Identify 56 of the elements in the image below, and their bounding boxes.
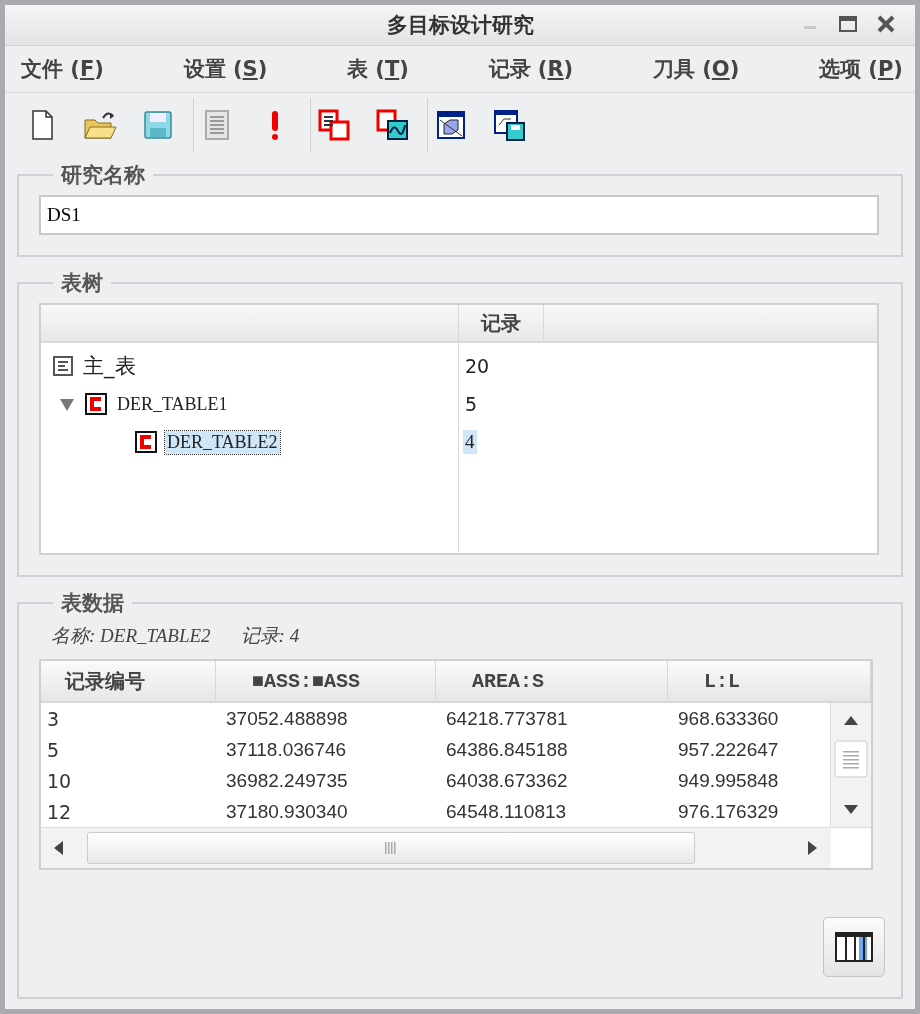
column-header[interactable]: 记录 bbox=[459, 305, 544, 341]
column-header[interactable]: ■ASS:■ASS bbox=[216, 661, 436, 701]
table-cell-text: 64038.673362 bbox=[445, 769, 569, 792]
column-header[interactable]: AREA:S bbox=[436, 661, 668, 701]
record-count: 20 bbox=[464, 354, 491, 378]
study-name-field[interactable]: DS1 bbox=[39, 195, 879, 235]
table-icon bbox=[53, 356, 73, 376]
copy-tool-icon[interactable] bbox=[317, 108, 351, 142]
table-cell-text: 5 bbox=[46, 738, 61, 761]
table-cell-text: 37052.488898 bbox=[225, 707, 349, 730]
table-cell-text: 957.222647 bbox=[677, 738, 780, 761]
menu-item[interactable]: 设置 (S) bbox=[183, 55, 268, 83]
table-cell-text: 968.633360 bbox=[677, 707, 780, 730]
table-cell-text: 949.995848 bbox=[677, 769, 780, 792]
record-count: 4 bbox=[463, 430, 477, 454]
menu-item[interactable]: 表 (T) bbox=[346, 55, 409, 83]
menu-item[interactable]: 刀具 (O) bbox=[652, 55, 740, 83]
columns-button[interactable] bbox=[823, 917, 885, 977]
table-cell-text: 3 bbox=[46, 707, 61, 730]
menu-item[interactable]: 选项 (P) bbox=[819, 55, 903, 83]
table-cell-text: 976.176329 bbox=[677, 800, 780, 823]
derived-table-icon bbox=[85, 393, 107, 415]
close-button[interactable] bbox=[875, 13, 897, 35]
graph-tool-icon[interactable] bbox=[375, 108, 409, 142]
table-cell-text: 64386.845188 bbox=[445, 738, 569, 761]
scroll-thumb[interactable] bbox=[87, 832, 695, 864]
column-header[interactable]: L:L bbox=[668, 661, 871, 701]
record-count: 5 bbox=[464, 392, 479, 416]
column-header[interactable]: 记录编号 bbox=[41, 661, 216, 701]
table-cell-text: 37180.930340 bbox=[225, 800, 349, 823]
table-name-label: 名称: DER_TABLE2 bbox=[51, 624, 211, 648]
tree-node[interactable]: DER_TABLE2 bbox=[165, 430, 280, 454]
menu-item[interactable]: 文件 (F) bbox=[21, 55, 104, 83]
vertical-scrollbar[interactable] bbox=[830, 703, 871, 827]
group-legend: 表数据 bbox=[53, 589, 132, 617]
table-cell-text: 10 bbox=[46, 769, 73, 792]
table-cell-text: 12 bbox=[46, 800, 73, 823]
record-count-label: 记录: 4 bbox=[240, 624, 300, 648]
table-cell-text: 64548.110813 bbox=[445, 800, 568, 823]
columns-icon bbox=[835, 932, 873, 962]
tree-node[interactable]: 主_表 bbox=[81, 351, 138, 381]
window-title: 多目标设计研究 bbox=[386, 12, 534, 39]
group-legend: 表树 bbox=[53, 269, 111, 297]
model-tool-icon[interactable] bbox=[434, 108, 468, 142]
menu-item[interactable]: 记录 (R) bbox=[488, 55, 574, 83]
group-legend: 研究名称 bbox=[53, 161, 153, 189]
horizontal-scrollbar[interactable] bbox=[41, 828, 831, 868]
save-tool-icon[interactable] bbox=[141, 108, 175, 142]
derived-table-icon bbox=[135, 431, 157, 453]
table-cell-text: 64218.773781 bbox=[445, 707, 569, 730]
table-cell-text: 37118.036746 bbox=[225, 738, 348, 761]
tree-node[interactable]: DER_TABLE1 bbox=[115, 392, 230, 416]
model-save-tool-icon[interactable] bbox=[492, 108, 526, 142]
scroll-thumb[interactable] bbox=[831, 739, 871, 779]
maximize-button[interactable] bbox=[837, 13, 859, 35]
table-cell-text: 36982.249735 bbox=[225, 769, 349, 792]
